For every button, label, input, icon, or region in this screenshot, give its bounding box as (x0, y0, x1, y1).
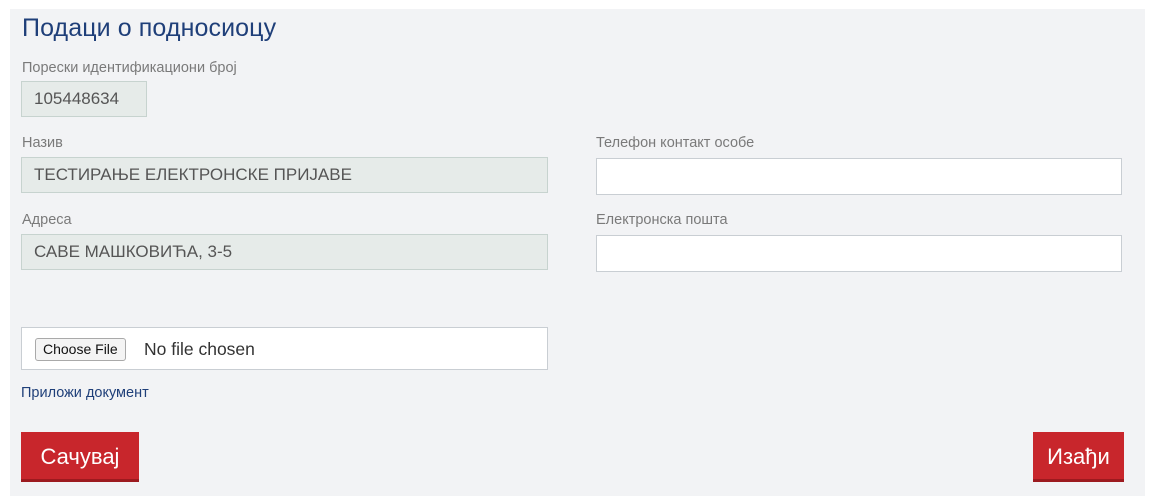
tax-id-label: Порески идентификациони број (22, 60, 237, 76)
attach-document-link[interactable]: Приложи документ (21, 385, 149, 401)
tax-id-field: 105448634 (21, 81, 147, 117)
exit-button[interactable]: Изађи (1033, 432, 1124, 482)
name-label: Назив (22, 135, 63, 151)
address-field: САВЕ МАШКОВИЋА, 3-5 (21, 234, 548, 270)
file-upload-field[interactable]: Choose File No file chosen (21, 327, 548, 370)
section-title: Подаци о подносиоцу (22, 14, 277, 42)
name-field: ТЕСТИРАЊЕ ЕЛЕКТРОНСКЕ ПРИЈАВЕ (21, 157, 548, 193)
save-button[interactable]: Сачувај (21, 432, 139, 482)
phone-label: Телефон контакт особе (596, 135, 755, 151)
phone-input[interactable] (596, 158, 1122, 195)
address-label: Адреса (22, 212, 72, 228)
email-label: Електронска пошта (596, 212, 728, 228)
file-status-text: No file chosen (144, 339, 255, 359)
email-input[interactable] (596, 235, 1122, 272)
choose-file-button[interactable]: Choose File (35, 338, 126, 361)
applicant-data-panel: Подаци о подносиоцу Порески идентификаци… (10, 9, 1145, 496)
